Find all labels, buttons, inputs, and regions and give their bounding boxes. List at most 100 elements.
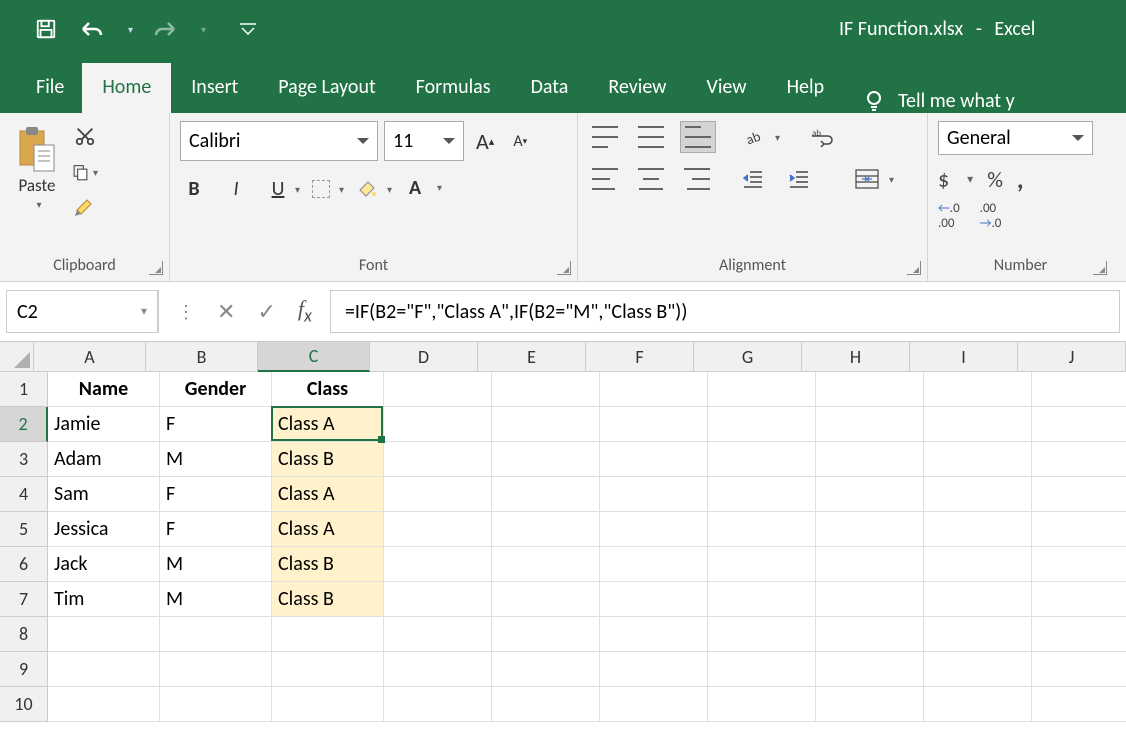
cell-G2[interactable] — [708, 407, 816, 442]
cell-A8[interactable] — [48, 617, 160, 652]
cell-F5[interactable] — [600, 512, 708, 547]
cell-J2[interactable] — [1032, 407, 1126, 442]
tab-data[interactable]: Data — [511, 63, 589, 113]
cell-D8[interactable] — [384, 617, 492, 652]
select-all-corner[interactable] — [0, 342, 34, 372]
name-box[interactable]: C2▾ — [6, 290, 158, 333]
cell-H2[interactable] — [816, 407, 924, 442]
cell-I9[interactable] — [924, 652, 1032, 687]
cell-I8[interactable] — [924, 617, 1032, 652]
column-header-C[interactable]: C — [258, 342, 370, 372]
cell-B7[interactable]: M — [160, 582, 272, 617]
cell-B2[interactable]: F — [160, 407, 272, 442]
column-header-F[interactable]: F — [586, 342, 694, 372]
formula-input[interactable]: =IF(B2="F","Class A",IF(B2="M","Class B"… — [331, 290, 1120, 333]
border-button[interactable]: ▾ — [306, 173, 336, 205]
save-icon[interactable] — [32, 15, 60, 43]
cell-G10[interactable] — [708, 687, 816, 722]
name-box-dropdown[interactable]: ▾ — [141, 304, 147, 319]
cell-H5[interactable] — [816, 512, 924, 547]
cancel-formula-button[interactable]: ✕ — [217, 298, 235, 325]
underline-button[interactable]: U▾ — [264, 173, 292, 205]
cell-C8[interactable] — [272, 617, 384, 652]
column-header-H[interactable]: H — [802, 342, 910, 372]
cell-E9[interactable] — [492, 652, 600, 687]
cell-D1[interactable] — [384, 372, 492, 407]
paste-dropdown[interactable]: ▾ — [36, 198, 41, 211]
cell-C9[interactable] — [272, 652, 384, 687]
cell-C4[interactable]: Class A — [272, 477, 384, 512]
cell-C10[interactable] — [272, 687, 384, 722]
font-size-combo[interactable]: 11 — [384, 121, 464, 161]
cell-D5[interactable] — [384, 512, 492, 547]
cell-F9[interactable] — [600, 652, 708, 687]
tab-review[interactable]: Review — [588, 63, 686, 113]
cell-E2[interactable] — [492, 407, 600, 442]
cell-J3[interactable] — [1032, 442, 1126, 477]
cell-F10[interactable] — [600, 687, 708, 722]
tell-me[interactable]: Tell me what y — [862, 89, 1015, 113]
cell-J8[interactable] — [1032, 617, 1126, 652]
cell-H8[interactable] — [816, 617, 924, 652]
cell-E10[interactable] — [492, 687, 600, 722]
undo-dropdown[interactable]: ▾ — [128, 23, 133, 36]
cell-J6[interactable] — [1032, 547, 1126, 582]
font-name-combo[interactable]: Calibri — [180, 121, 378, 161]
cell-I10[interactable] — [924, 687, 1032, 722]
cell-B9[interactable] — [160, 652, 272, 687]
cell-H6[interactable] — [816, 547, 924, 582]
undo-icon[interactable] — [78, 15, 106, 43]
cell-H7[interactable] — [816, 582, 924, 617]
cell-B8[interactable] — [160, 617, 272, 652]
cell-A2[interactable]: Jamie — [48, 407, 160, 442]
cell-D6[interactable] — [384, 547, 492, 582]
column-header-D[interactable]: D — [370, 342, 478, 372]
decrease-font-button[interactable]: A▾ — [506, 125, 534, 157]
number-dialog-launcher[interactable] — [1093, 261, 1107, 275]
cell-E4[interactable] — [492, 477, 600, 512]
increase-decimal-button[interactable]: ←.0.00 — [938, 201, 960, 231]
cell-D2[interactable] — [384, 407, 492, 442]
cell-G3[interactable] — [708, 442, 816, 477]
column-header-G[interactable]: G — [694, 342, 802, 372]
cell-E5[interactable] — [492, 512, 600, 547]
cell-C1[interactable]: Class — [272, 372, 384, 407]
increase-font-button[interactable]: A▴ — [470, 125, 500, 157]
cell-A6[interactable]: Jack — [48, 547, 160, 582]
row-header-4[interactable]: 4 — [0, 477, 48, 512]
cell-H4[interactable] — [816, 477, 924, 512]
cell-F6[interactable] — [600, 547, 708, 582]
cell-I3[interactable] — [924, 442, 1032, 477]
cell-E7[interactable] — [492, 582, 600, 617]
cell-D3[interactable] — [384, 442, 492, 477]
row-header-5[interactable]: 5 — [0, 512, 48, 547]
cell-D7[interactable] — [384, 582, 492, 617]
cell-C2[interactable]: Class A — [272, 407, 384, 442]
row-header-1[interactable]: 1 — [0, 372, 48, 407]
copy-dropdown[interactable]: ▾ — [93, 166, 98, 179]
cell-J4[interactable] — [1032, 477, 1126, 512]
cell-E3[interactable] — [492, 442, 600, 477]
tab-formulas[interactable]: Formulas — [396, 63, 511, 113]
cell-A9[interactable] — [48, 652, 160, 687]
cell-B6[interactable]: M — [160, 547, 272, 582]
row-header-8[interactable]: 8 — [0, 617, 48, 652]
format-painter-button[interactable] — [72, 195, 98, 221]
cell-F3[interactable] — [600, 442, 708, 477]
number-format-combo[interactable]: General — [938, 121, 1093, 155]
cell-E8[interactable] — [492, 617, 600, 652]
copy-button[interactable]: ▾ — [72, 159, 98, 185]
cell-F2[interactable] — [600, 407, 708, 442]
align-middle-button[interactable] — [634, 122, 668, 152]
currency-button[interactable]: $ — [938, 166, 949, 193]
row-header-6[interactable]: 6 — [0, 547, 48, 582]
cells-area[interactable]: NameGenderClassJamieFClass AAdamMClass B… — [48, 372, 1126, 722]
column-header-J[interactable]: J — [1018, 342, 1126, 372]
cell-J7[interactable] — [1032, 582, 1126, 617]
cell-J9[interactable] — [1032, 652, 1126, 687]
column-header-E[interactable]: E — [478, 342, 586, 372]
column-header-I[interactable]: I — [910, 342, 1018, 372]
cell-D9[interactable] — [384, 652, 492, 687]
bold-button[interactable]: B — [180, 173, 208, 205]
tab-file[interactable]: File — [28, 63, 82, 113]
